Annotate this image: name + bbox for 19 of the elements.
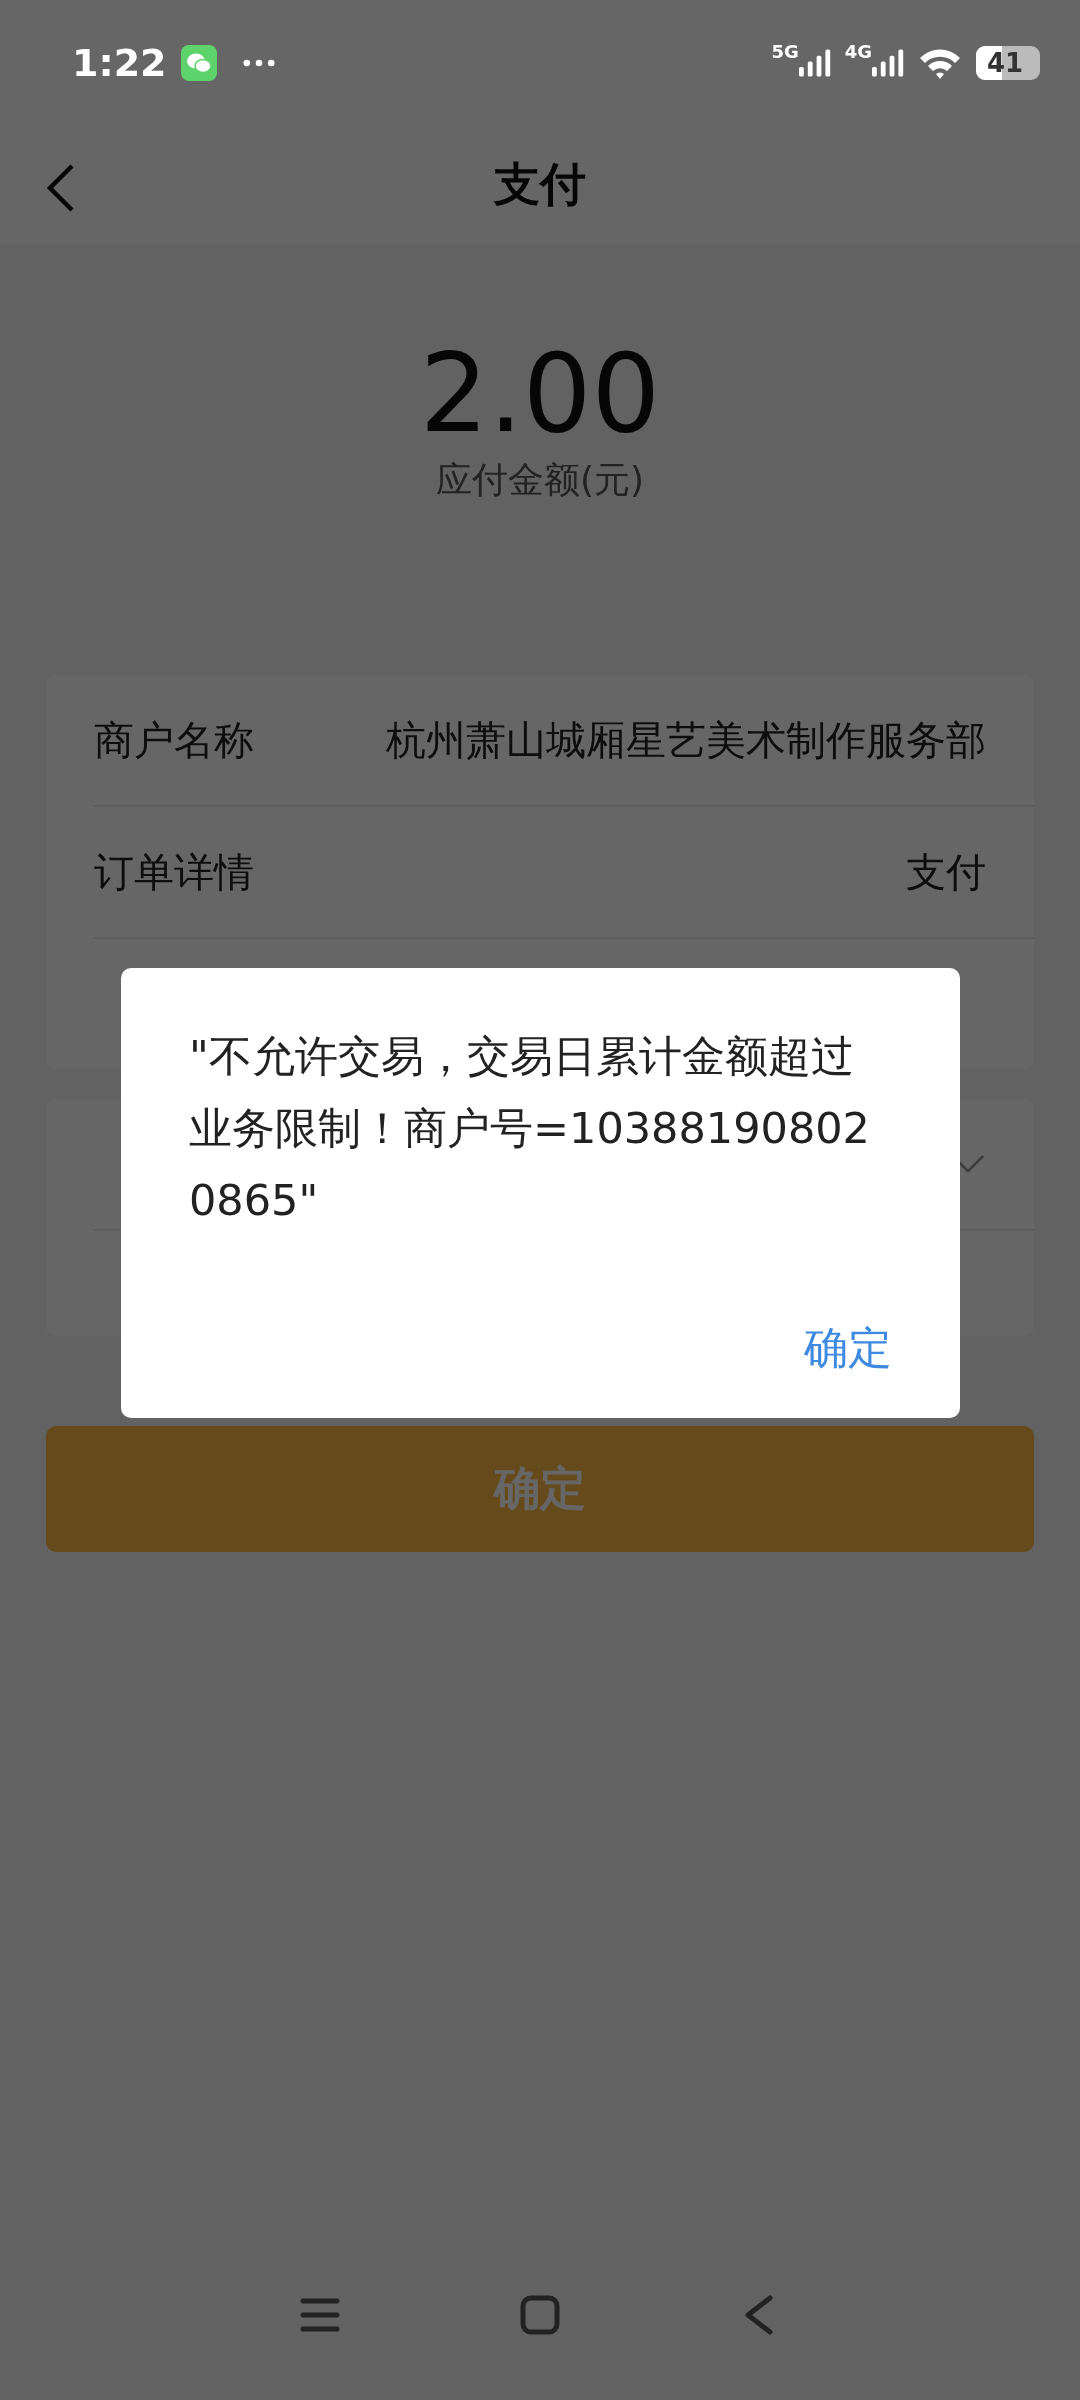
back-icon[interactable] xyxy=(46,163,76,213)
network-type: 5G xyxy=(771,40,799,62)
battery-level: 41 xyxy=(986,47,1024,78)
status-time: 1:22 xyxy=(72,40,167,85)
signal-icon xyxy=(798,46,831,79)
signal-icon xyxy=(872,46,904,79)
row-value: 杭州萧山城厢星艺美术制作服务部 xyxy=(386,715,986,765)
network-type: 4G xyxy=(844,40,872,62)
dialog-ok-button[interactable]: 确定 xyxy=(804,1319,892,1378)
home-icon[interactable] xyxy=(520,2295,560,2335)
row-value: 支付 xyxy=(906,847,986,897)
row-label: 商户名称 xyxy=(94,715,254,765)
dialog-message: "不允许交易，交易日累计金额超过业务限制！商户号=103881908020865" xyxy=(189,1030,871,1227)
page-title: 支付 xyxy=(494,156,586,213)
amount-label: 应付金额(元) xyxy=(435,457,645,502)
row-label: 订单详情 xyxy=(94,847,254,897)
chat-app-icon xyxy=(180,44,217,81)
amount-value: 2.00 xyxy=(419,335,661,454)
more-icon xyxy=(242,58,275,67)
